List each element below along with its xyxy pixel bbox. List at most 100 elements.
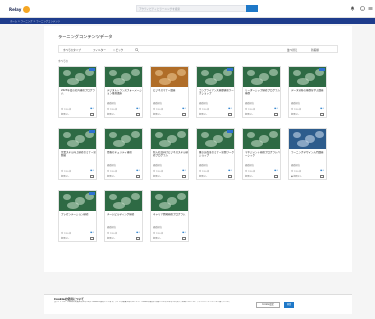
calendar-icon[interactable] <box>136 237 140 240</box>
card-title: リーダーシップ研修プログラム基礎 <box>245 89 280 95</box>
notification-bell-icon[interactable] <box>350 6 355 11</box>
menu-icon[interactable] <box>368 6 373 11</box>
calendar-icon[interactable] <box>274 113 278 116</box>
card-title: ラーニングデザイン入門講座 <box>291 151 324 154</box>
card-thumbnail[interactable] <box>105 191 142 211</box>
calendar-icon[interactable] <box>228 175 232 178</box>
content-card[interactable]: デジタルトランスフォーメーション推進講座 研修担当全 7/10 名 ● 0 期限なし <box>104 66 143 118</box>
card-thumbnail[interactable] <box>59 191 96 211</box>
card-due: 期限なし <box>199 114 208 116</box>
card-due: 期限なし <box>107 238 116 240</box>
search-icon[interactable] <box>135 48 139 52</box>
content-card[interactable]: ビジネスマナー講座 研修担当全 7/10 名 ● 0 期限なし <box>150 66 189 118</box>
card-thumbnail[interactable] <box>243 67 280 87</box>
calendar-icon[interactable] <box>182 175 186 178</box>
card-title: デジタルトランスフォーメーション推進講座 <box>107 89 142 95</box>
new-badge <box>319 68 325 71</box>
calendar-icon[interactable] <box>90 175 94 178</box>
card-thumbnail[interactable] <box>105 67 142 87</box>
category-filter[interactable]: フィルター <box>93 48 106 52</box>
card-meta: 全 7/10 名 <box>291 109 302 111</box>
card-title: 新入社員向けビジネススキル研修プログラム <box>153 151 188 157</box>
topic-filter[interactable]: トピック <box>113 48 123 52</box>
content-card[interactable]: コンプライアンス基礎研修ワークショップ 研修担当全 7/10 名 ● 0 期限なし <box>196 66 235 118</box>
content-card[interactable]: チームビルディング研修 研修担当全 7/10 名 ● 0 期限なし <box>104 190 143 242</box>
content-card[interactable]: ラーニングデザイン入門講座 研修担当全 7/10 名 ● 0 ● 期限なし <box>288 128 327 180</box>
type-filter[interactable]: すべてのタイプ <box>63 48 81 52</box>
calendar-icon[interactable] <box>320 113 324 116</box>
card-thumbnail[interactable] <box>59 129 96 149</box>
content-card[interactable]: 新入社員向けビジネススキル研修プログラム 研修担当全 7/10 名 ● 0 期限なし <box>150 128 189 180</box>
content-card[interactable]: 2023年度の社内研修プログラム全 7/10 名 ● 0 期限なし <box>58 66 97 118</box>
calendar-icon[interactable] <box>228 113 232 116</box>
card-stat: ● 0 <box>320 170 324 172</box>
sort-dropdown[interactable]: 新着順 <box>311 48 319 52</box>
content-card[interactable]: マネジメント研修プログラムベーシック 研修担当全 7/10 名 ● 0 期限なし <box>242 128 281 180</box>
main-panel: ラーニングコンテンツデータ すべてのタイプ フィルター トピック 並べ替え 新着… <box>44 26 352 272</box>
card-author: 研修担当 <box>153 226 162 229</box>
calendar-icon[interactable] <box>274 175 278 178</box>
card-title: ビジネスマナー講座 <box>153 89 176 92</box>
card-thumbnail[interactable] <box>105 129 142 149</box>
top-bar: Relay アクティビティとラーニングを検索 <box>0 0 375 18</box>
breadcrumb[interactable]: ホーム > ラーニング > ラーニングコンテンツ <box>10 19 60 23</box>
new-badge <box>89 130 95 133</box>
calendar-icon[interactable] <box>182 237 186 240</box>
card-meta: 全 7/10 名 <box>199 109 210 111</box>
card-stat: ● 0 <box>182 232 186 234</box>
new-badge <box>89 68 95 71</box>
card-due: ● 期限なし <box>291 176 302 178</box>
content-card[interactable]: 情報セキュリティ研修 研修担当全 7/10 名 ● 0 期限なし <box>104 128 143 180</box>
calendar-icon[interactable] <box>90 113 94 116</box>
card-thumbnail[interactable] <box>151 191 188 211</box>
help-icon[interactable] <box>360 6 365 11</box>
card-thumbnail[interactable] <box>289 129 326 149</box>
search-input[interactable]: アクティビティとラーニングを検索 <box>136 5 258 12</box>
calendar-icon[interactable] <box>90 237 94 240</box>
card-thumbnail[interactable] <box>59 67 96 87</box>
card-stat: ● 0 <box>136 232 140 234</box>
brand-logo[interactable]: Relay <box>9 4 31 14</box>
content-card[interactable]: プレゼンテーション研修全 7/10 名 ● 0 期限なし <box>58 190 97 242</box>
card-author: 研修担当 <box>107 102 116 105</box>
card-meta: 全 7/10 名 <box>245 171 256 173</box>
card-due: 期限なし <box>61 238 70 240</box>
sort-label: 並べ替え <box>287 49 298 52</box>
card-author: 研修担当 <box>291 102 300 105</box>
card-stat: ● 0 <box>90 108 94 110</box>
calendar-icon[interactable] <box>136 113 140 116</box>
content-card[interactable]: データ分析の基礎を学ぶ講座 研修担当全 7/10 名 ● 0 期限なし <box>288 66 327 118</box>
card-due: 期限なし <box>153 114 162 116</box>
card-thumbnail[interactable] <box>197 129 234 149</box>
card-meta: 全 7/10 名 <box>107 171 118 173</box>
content-card[interactable]: キャリア開発研修プログラム 研修担当全 7/10 名 ● 0 期限なし <box>150 190 189 242</box>
card-thumbnail[interactable] <box>151 129 188 149</box>
card-title: コンプライアンス基礎研修ワークショップ <box>199 89 234 95</box>
content-card[interactable]: 営業スキル向上研修セミナー実践編全 7/10 名 ● 0 期限なし <box>58 128 97 180</box>
search-button[interactable] <box>246 5 258 12</box>
card-title: キャリア開発研修プログラム <box>153 213 186 216</box>
section-label: すべての <box>58 60 69 63</box>
calendar-icon[interactable] <box>182 113 186 116</box>
card-due: 期限なし <box>153 176 162 178</box>
card-thumbnail[interactable] <box>197 67 234 87</box>
card-thumbnail[interactable] <box>289 67 326 87</box>
card-stat: ● 0 <box>136 170 140 172</box>
card-meta: 全 7/10 名 <box>61 233 72 235</box>
calendar-icon[interactable] <box>136 175 140 178</box>
card-meta: 全 7/10 名 <box>107 109 118 111</box>
page-title: ラーニングコンテンツデータ <box>58 34 113 39</box>
filter-bar: すべてのタイプ フィルター トピック 並べ替え 新着順 <box>58 45 338 53</box>
card-due: 期限なし <box>245 114 254 116</box>
cookie-settings-button[interactable]: Cookie設定 <box>256 302 280 308</box>
card-thumbnail[interactable] <box>151 67 188 87</box>
calendar-icon[interactable] <box>320 175 324 178</box>
card-meta: 全 7/10 名 <box>291 171 302 173</box>
card-due: 期限なし <box>107 114 116 116</box>
card-thumbnail[interactable] <box>243 129 280 149</box>
card-title: チームビルディング研修 <box>107 213 135 216</box>
content-card[interactable]: 働き方改革セミナー実践ワークショップ 研修担当全 7/10 名 ● 0 期限なし <box>196 128 235 180</box>
cookie-accept-button[interactable]: 同意 <box>284 302 294 308</box>
content-card[interactable]: リーダーシップ研修プログラム基礎 研修担当全 7/10 名 ● 0 期限なし <box>242 66 281 118</box>
card-due: 期限なし <box>153 238 162 240</box>
